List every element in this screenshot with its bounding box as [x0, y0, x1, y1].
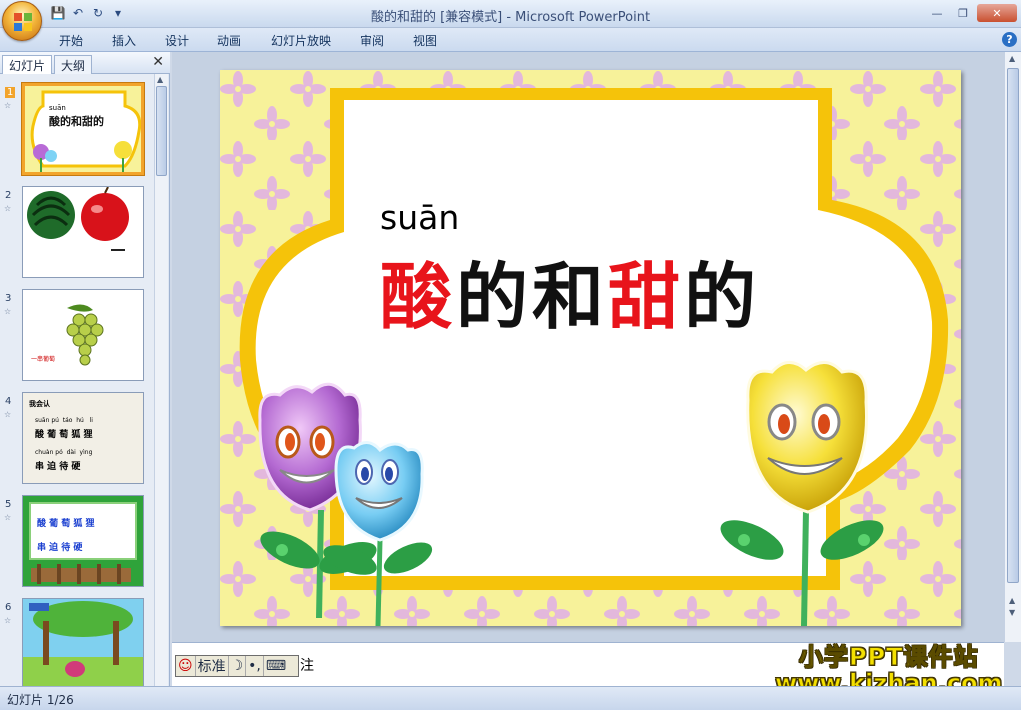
- thumbnail-row[interactable]: 4 ☆ 我会认 suān pú táo hú li 酸 葡 萄 狐 狸 chuà…: [0, 392, 154, 492]
- thumbnail-row[interactable]: 3 ☆ 一串葡萄: [0, 289, 154, 389]
- title-char: 甜: [608, 254, 685, 339]
- thumbnail-chars-row: 酸 葡 萄 狐 狸: [35, 430, 93, 440]
- slide-pinyin: suān: [380, 198, 460, 237]
- animation-star-icon: ☆: [4, 101, 12, 110]
- panel-tabs: 幻灯片 大纲 ✕: [0, 52, 170, 74]
- title-bar: 💾 ↶ ↻ ▾ 酸的和甜的 [兼容模式] - Microsoft PowerPo…: [0, 0, 1021, 28]
- tab-home[interactable]: 开始: [59, 32, 83, 49]
- thumbnail-number: 5: [5, 499, 12, 510]
- watermark-line1: 小学PPT课件站: [798, 643, 979, 671]
- title-char: 的: [684, 254, 761, 339]
- animation-star-icon: ☆: [4, 410, 12, 419]
- fruit-illustration: [27, 187, 129, 251]
- slide-thumbnail[interactable]: 我会认 suān pú táo hú li 酸 葡 萄 狐 狸 chuàn pó…: [22, 392, 144, 484]
- ime-logo-icon[interactable]: ☺: [176, 656, 196, 676]
- title-char: 的: [456, 254, 533, 339]
- thumbnail-number: 4: [5, 396, 12, 407]
- ime-keyboard-icon[interactable]: ⌨: [264, 656, 288, 676]
- thumbnail-pinyin-row: chuàn pó dài yìng: [35, 449, 93, 456]
- tab-insert[interactable]: 插入: [112, 32, 136, 49]
- thumbnail-row[interactable]: 1 ☆ suān 酸的和甜的: [0, 83, 154, 183]
- ime-mode-label[interactable]: 标准: [196, 656, 229, 676]
- tab-view[interactable]: 视图: [413, 32, 437, 49]
- tab-outline[interactable]: 大纲: [54, 55, 93, 74]
- restore-button[interactable]: ❐: [951, 4, 975, 22]
- thumbnail-chars-row: 串 迫 待 硬: [35, 462, 81, 472]
- ime-moon-icon[interactable]: ☽: [229, 656, 247, 676]
- slide-background-art: [220, 70, 961, 626]
- notes-text: 注: [300, 658, 314, 674]
- grapes-illustration: [66, 304, 104, 366]
- slide-thumbnail[interactable]: suān 酸的和甜的: [22, 83, 144, 175]
- office-logo-icon: [14, 13, 32, 31]
- thumbnail-pinyin-row: suān pú táo hú li: [35, 417, 93, 424]
- slide-title: 酸的和甜的: [380, 238, 760, 343]
- title-char: 和: [532, 254, 609, 339]
- thumbnail-number: 3: [5, 293, 12, 304]
- tab-review[interactable]: 审阅: [360, 32, 384, 49]
- ime-toolbar[interactable]: ☺ 标准 ☽ •, ⌨: [175, 655, 299, 677]
- animation-star-icon: ☆: [4, 616, 12, 625]
- ribbon-tabs: 开始 插入 设计 动画 幻灯片放映 审阅 视图 ?: [0, 28, 1021, 52]
- scroll-up-icon[interactable]: ▲: [157, 75, 163, 84]
- slide-thumbnail[interactable]: [22, 598, 144, 686]
- next-slide-icon[interactable]: ▼: [1009, 608, 1015, 617]
- thumbnail-chars-row: 串 迫 待 硬: [37, 543, 83, 553]
- animation-star-icon: ☆: [4, 307, 12, 316]
- title-char: 酸: [380, 254, 457, 339]
- slide-thumbnail[interactable]: 酸 葡 萄 狐 狸 串 迫 待 硬: [22, 495, 144, 587]
- slides-panel: 幻灯片 大纲 ✕ 1 ☆ suān 酸的和甜的 2 ☆ 3 ☆ 一串葡萄 4 ☆…: [0, 52, 170, 686]
- thumbnail-caption: 酸的和甜的: [49, 115, 104, 128]
- thumbnail-pinyin: suān: [49, 104, 66, 112]
- panel-close-icon[interactable]: ✕: [152, 54, 164, 70]
- close-button[interactable]: ✕: [977, 4, 1017, 22]
- tab-animations[interactable]: 动画: [217, 32, 241, 49]
- editor-scrollbar[interactable]: ▲ ▲ ▼: [1004, 52, 1021, 642]
- scroll-up-icon[interactable]: ▲: [1009, 54, 1015, 63]
- thumbnail-list: 1 ☆ suān 酸的和甜的 2 ☆ 3 ☆ 一串葡萄 4 ☆ 我会认 suān…: [0, 74, 154, 686]
- slide-counter: 幻灯片 1/26: [7, 693, 74, 707]
- current-slide[interactable]: suān 酸的和甜的: [220, 70, 961, 626]
- scrollbar-thumb[interactable]: [1007, 68, 1019, 583]
- tab-slides[interactable]: 幻灯片: [2, 55, 53, 74]
- animation-star-icon: ☆: [4, 204, 12, 213]
- tab-design[interactable]: 设计: [165, 32, 189, 49]
- scrollbar-thumb[interactable]: [156, 86, 167, 176]
- thumbnail-caption: 我会认: [29, 400, 50, 408]
- thumbnail-chars-row: 酸 葡 萄 狐 狸: [37, 519, 95, 529]
- thumbnail-number: 1: [5, 87, 16, 98]
- slide-editor: suān 酸的和甜的: [172, 52, 1004, 642]
- status-bar: 幻灯片 1/26: [0, 686, 1021, 710]
- window-title: 酸的和甜的 [兼容模式] - Microsoft PowerPoint: [370, 10, 651, 25]
- thumbnail-row[interactable]: 6 ☆: [0, 598, 154, 686]
- ime-punctuation-icon[interactable]: •,: [246, 656, 264, 676]
- thumbnail-row[interactable]: 5 ☆ 酸 葡 萄 狐 狸 串 迫 待 硬: [0, 495, 154, 595]
- tab-slideshow[interactable]: 幻灯片放映: [271, 32, 331, 49]
- thumbnail-row[interactable]: 2 ☆: [0, 186, 154, 286]
- minimize-button[interactable]: —: [925, 4, 949, 22]
- slide-thumbnail[interactable]: [22, 186, 144, 278]
- thumbnail-caption: 一串葡萄: [31, 356, 56, 363]
- animation-star-icon: ☆: [4, 513, 12, 522]
- thumbnail-number: 6: [5, 602, 12, 613]
- thumbnail-number: 2: [5, 190, 12, 201]
- thumbnails-scrollbar[interactable]: ▲: [154, 74, 168, 686]
- window-controls: — ❐ ✕: [925, 4, 1017, 22]
- slide-thumbnail[interactable]: 一串葡萄: [22, 289, 144, 381]
- office-button[interactable]: [2, 1, 42, 41]
- fence-illustration: [31, 564, 131, 584]
- help-icon[interactable]: ?: [1002, 32, 1017, 47]
- forest-illustration: [23, 601, 143, 686]
- thumbnail-slide-art: [30, 90, 141, 172]
- previous-slide-icon[interactable]: ▲: [1009, 596, 1015, 605]
